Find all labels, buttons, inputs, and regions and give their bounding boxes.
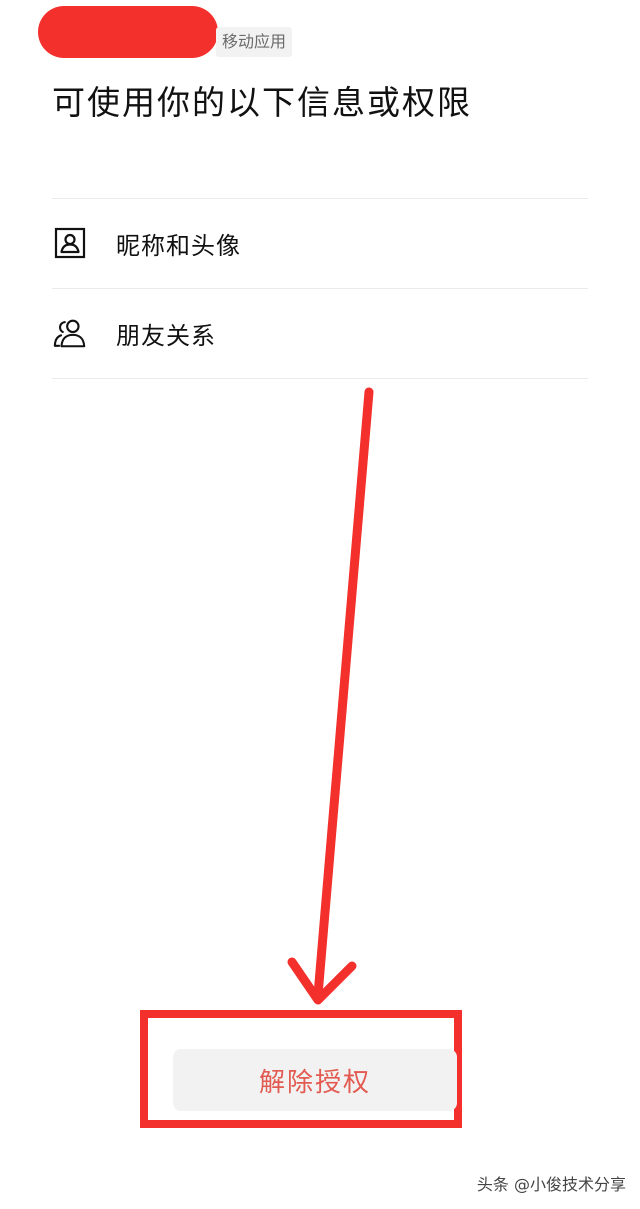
user-portrait-icon bbox=[52, 225, 88, 261]
watermark: 头条 @小俊技术分享 bbox=[476, 1175, 626, 1194]
page-title: 可使用你的以下信息或权限 bbox=[52, 83, 472, 122]
permission-label: 朋友关系 bbox=[116, 321, 216, 350]
redacted-app-name bbox=[38, 6, 218, 58]
permission-item-profile: 昵称和头像 bbox=[52, 199, 588, 287]
permission-item-friends: 朋友关系 bbox=[52, 289, 588, 377]
revoke-authorization-button[interactable]: 解除授权 bbox=[173, 1049, 457, 1111]
permission-label: 昵称和头像 bbox=[116, 231, 241, 260]
divider bbox=[52, 378, 588, 379]
friends-icon bbox=[52, 315, 88, 351]
app-type-tag: 移动应用 bbox=[216, 27, 293, 57]
